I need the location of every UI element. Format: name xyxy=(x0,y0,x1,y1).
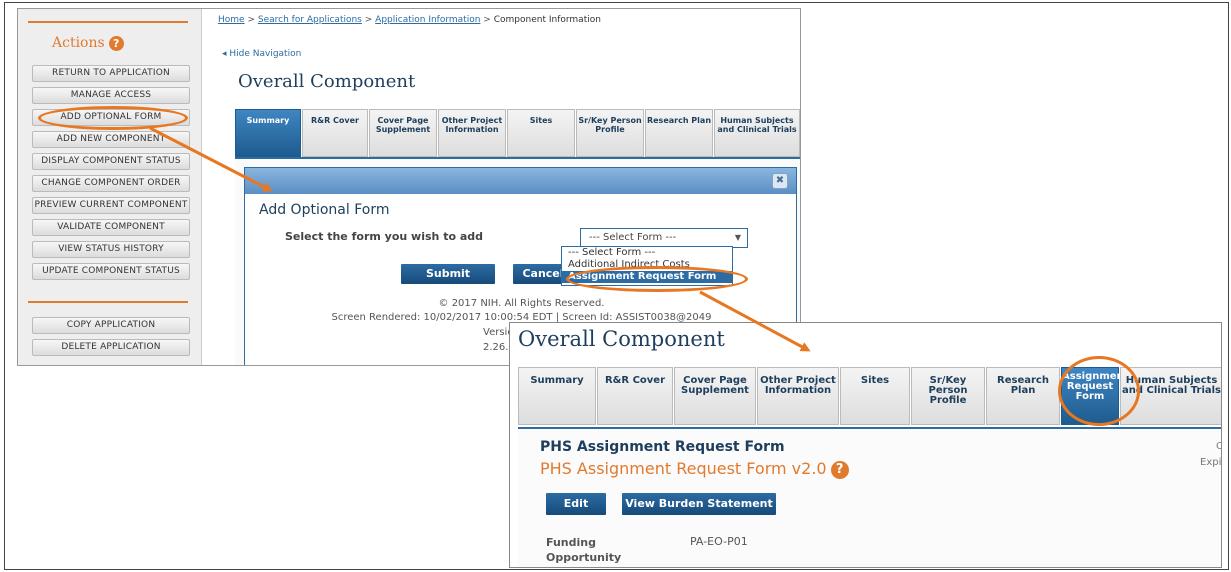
update-component-status-button[interactable]: UPDATE COMPONENT STATUS xyxy=(32,263,190,280)
breadcrumb-application-info-link[interactable]: Application Information xyxy=(375,15,480,25)
submit-button[interactable]: Submit xyxy=(401,264,495,284)
breadcrumb-search-link[interactable]: Search for Applications xyxy=(258,15,362,25)
tab-summary[interactable]: Summary xyxy=(518,367,596,425)
breadcrumb-current: Component Information xyxy=(493,15,601,25)
breadcrumb: Home > Search for Applications > Applica… xyxy=(218,15,601,25)
edit-button[interactable]: Edit xyxy=(546,493,606,515)
delete-application-button[interactable]: DELETE APPLICATION xyxy=(32,339,190,356)
tab-cover-page-supplement[interactable]: Cover Page Supplement xyxy=(674,367,756,425)
dialog-title: Add Optional Form xyxy=(259,202,390,218)
view-burden-statement-button[interactable]: View Burden Statement xyxy=(622,493,776,515)
expiration-clipped-text: Expir xyxy=(1200,457,1222,468)
close-icon[interactable]: ✖ xyxy=(772,173,788,189)
manage-access-button[interactable]: MANAGE ACCESS xyxy=(32,87,190,104)
tab-research-plan[interactable]: Research Plan xyxy=(645,109,713,157)
sidebar-divider xyxy=(28,21,188,23)
form-version-heading: PHS Assignment Request Form v2.0? xyxy=(540,459,849,479)
hide-navigation-link[interactable]: ◂ Hide Navigation xyxy=(222,49,301,59)
dialog-prompt: Select the form you wish to add xyxy=(285,230,484,243)
return-to-application-button[interactable]: RETURN TO APPLICATION xyxy=(32,65,190,82)
option-select-form[interactable]: --- Select Form --- xyxy=(562,247,732,259)
clipped-text: O xyxy=(1216,441,1221,452)
highlight-oval xyxy=(566,266,748,292)
form-title: PHS Assignment Request Form xyxy=(540,439,785,455)
help-icon[interactable]: ? xyxy=(830,460,849,479)
tab-rr-cover[interactable]: R&R Cover xyxy=(597,367,673,425)
funding-opportunity-label: Funding Opportunity Number: xyxy=(546,536,622,567)
page-title: Overall Component xyxy=(518,327,725,351)
tab-other-project-information[interactable]: Other Project Information xyxy=(438,109,506,157)
tab-sr-key-person-profile[interactable]: Sr/Key Person Profile xyxy=(576,109,644,157)
select-form-value: --- Select Form --- xyxy=(589,232,677,243)
form-version-label: PHS Assignment Request Form v2.0 xyxy=(540,459,827,478)
sidebar-divider xyxy=(28,301,188,303)
tab-summary[interactable]: Summary xyxy=(235,109,301,157)
add-new-component-button[interactable]: ADD NEW COMPONENT xyxy=(32,131,190,148)
actions-sidebar: Actions? RETURN TO APPLICATION MANAGE AC… xyxy=(18,9,202,365)
tab-rr-cover[interactable]: R&R Cover xyxy=(302,109,368,157)
funding-opportunity-value: PA-EO-P01 xyxy=(690,535,748,548)
actions-heading: Actions? xyxy=(52,35,124,51)
breadcrumb-separator: > xyxy=(364,15,373,25)
dialog-titlebar: ✖ xyxy=(245,168,796,194)
tab-research-plan[interactable]: Research Plan xyxy=(986,367,1060,425)
tab-cover-page-supplement[interactable]: Cover Page Supplement xyxy=(369,109,437,157)
chevron-down-icon: ▼ xyxy=(734,233,741,242)
tab-human-subjects[interactable]: Human Subjects and Clinical Trials xyxy=(714,109,800,157)
display-component-status-button[interactable]: DISPLAY COMPONENT STATUS xyxy=(32,153,190,170)
screenshot-add-optional-form: Actions? RETURN TO APPLICATION MANAGE AC… xyxy=(17,8,801,366)
actions-heading-label: Actions xyxy=(52,35,105,51)
highlight-oval xyxy=(1058,356,1140,426)
breadcrumb-home-link[interactable]: Home xyxy=(218,15,245,25)
copyright-text: © 2017 NIH. All Rights Reserved. xyxy=(438,298,605,309)
tab-sr-key-person-profile[interactable]: Sr/Key Person Profile xyxy=(911,367,985,425)
view-status-history-button[interactable]: VIEW STATUS HISTORY xyxy=(32,241,190,258)
breadcrumb-separator: > xyxy=(483,15,491,25)
breadcrumb-separator: > xyxy=(247,15,255,25)
tab-other-project-information[interactable]: Other Project Information xyxy=(757,367,839,425)
tab-sites[interactable]: Sites xyxy=(507,109,575,157)
preview-current-component-button[interactable]: PREVIEW CURRENT COMPONENT xyxy=(32,197,190,214)
change-component-order-button[interactable]: CHANGE COMPONENT ORDER xyxy=(32,175,190,192)
copy-application-button[interactable]: COPY APPLICATION xyxy=(32,317,190,334)
validate-component-button[interactable]: VALIDATE COMPONENT xyxy=(32,219,190,236)
help-icon[interactable]: ? xyxy=(108,35,124,51)
highlight-oval xyxy=(38,106,188,130)
select-form-dropdown[interactable]: --- Select Form --- ▼ xyxy=(580,228,748,248)
page-title: Overall Component xyxy=(238,71,416,92)
tab-sites[interactable]: Sites xyxy=(840,367,910,425)
